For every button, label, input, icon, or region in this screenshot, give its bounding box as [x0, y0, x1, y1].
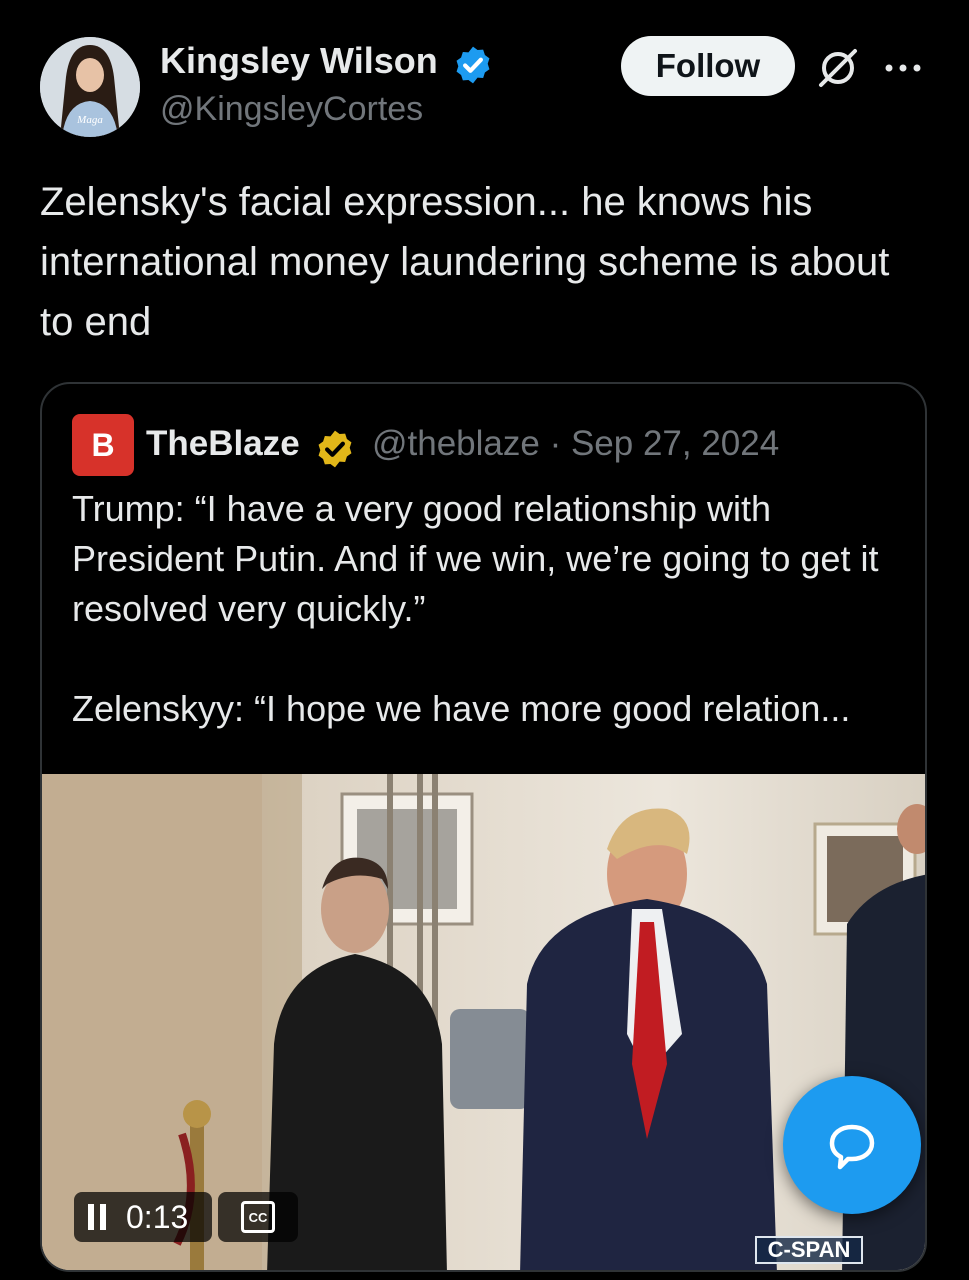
- blaze-logo-icon: B: [91, 427, 114, 463]
- svg-text:B: B: [91, 427, 114, 463]
- verified-badge-icon: [456, 46, 490, 84]
- closed-captions-icon: CC: [241, 1201, 275, 1233]
- captions-button[interactable]: CC: [218, 1192, 298, 1242]
- avatar[interactable]: Maga: [40, 37, 140, 137]
- quote-text: Trump: “I have a very good relationship …: [72, 484, 912, 734]
- pause-icon: [88, 1204, 108, 1230]
- grok-icon[interactable]: [815, 45, 861, 91]
- pause-button[interactable]: 0:13: [74, 1192, 212, 1242]
- follow-button[interactable]: Follow: [621, 36, 795, 96]
- quote-paragraph: Zelenskyy: “I hope we have more good rel…: [72, 688, 851, 729]
- avatar-shirt-text: Maga: [76, 114, 103, 126]
- gold-badge-icon: [318, 430, 352, 468]
- cspan-watermark: C-SPAN: [755, 1236, 863, 1264]
- video-player[interactable]: 0:13 CC C-SPAN: [42, 774, 925, 1270]
- tweet-text: Zelensky's facial expression... he knows…: [40, 180, 890, 344]
- video-timestamp: 0:13: [126, 1198, 189, 1235]
- compose-reply-icon: [829, 1124, 875, 1170]
- compose-reply-button[interactable]: [783, 1076, 921, 1214]
- theblaze-logo[interactable]: B: [72, 414, 134, 476]
- quote-author-name[interactable]: TheBlaze: [146, 424, 300, 464]
- author-handle[interactable]: @KingsleyCortes: [160, 90, 423, 129]
- more-icon[interactable]: [880, 48, 926, 88]
- quote-paragraph: Trump: “I have a very good relationship …: [72, 488, 879, 629]
- author-name[interactable]: Kingsley Wilson: [160, 40, 438, 82]
- quote-meta: @theblaze · Sep 27, 2024: [372, 424, 780, 463]
